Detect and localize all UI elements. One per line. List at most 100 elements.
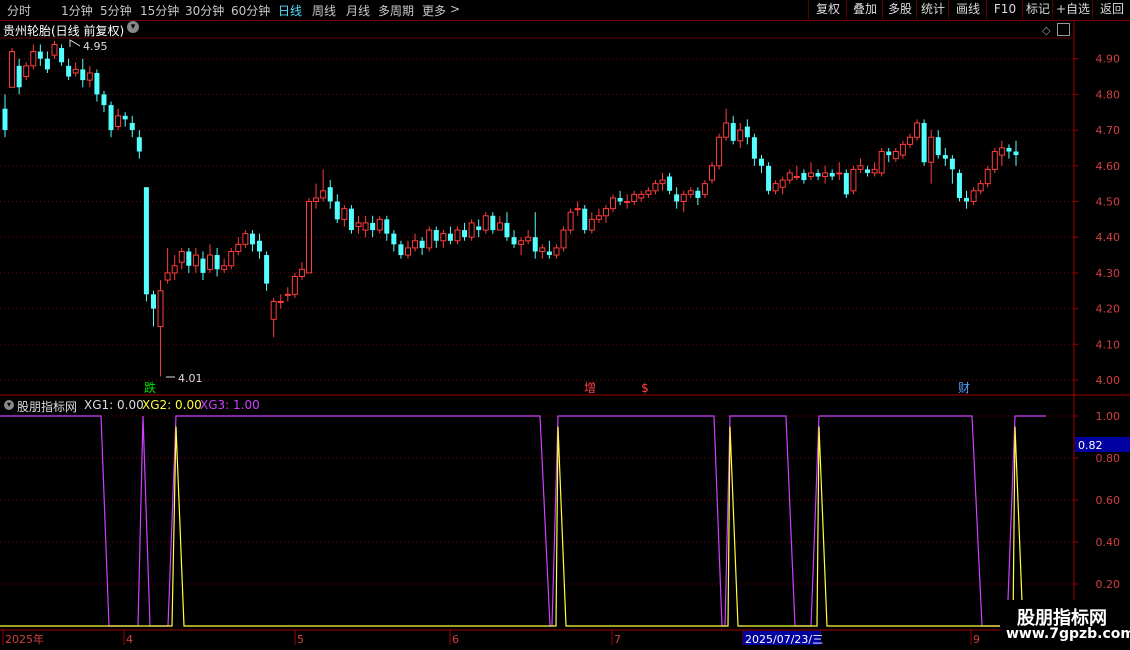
- candle-body[interactable]: [801, 172, 807, 181]
- candle-body[interactable]: [200, 258, 206, 273]
- candle-body[interactable]: [186, 251, 192, 266]
- candle-body[interactable]: [836, 172, 843, 175]
- candle-body[interactable]: [582, 208, 588, 231]
- candle-body[interactable]: [44, 58, 50, 70]
- candle-body[interactable]: [511, 237, 517, 245]
- candle-body[interactable]: [737, 129, 744, 142]
- candle-body[interactable]: [178, 250, 185, 263]
- candle-body[interactable]: [645, 190, 652, 195]
- candle-body[interactable]: [384, 219, 390, 234]
- candle-body[interactable]: [298, 268, 305, 277]
- candle-body[interactable]: [786, 172, 793, 181]
- candle-body[interactable]: [921, 122, 927, 163]
- candle-body[interactable]: [320, 190, 327, 199]
- candle-body[interactable]: [9, 51, 16, 88]
- candle-body[interactable]: [101, 94, 107, 106]
- candle-body[interactable]: [504, 222, 510, 238]
- candle-body[interactable]: [574, 208, 581, 211]
- candle-body[interactable]: [476, 226, 482, 231]
- candle-body[interactable]: [447, 233, 453, 241]
- candle-body[interactable]: [362, 222, 369, 231]
- candle-body[interactable]: [136, 137, 142, 152]
- candle-body[interactable]: [86, 72, 93, 81]
- candle-body[interactable]: [680, 193, 687, 203]
- candle-body[interactable]: [878, 151, 885, 174]
- candle-body[interactable]: [291, 275, 298, 295]
- candle-body[interactable]: [51, 43, 58, 56]
- candle-body[interactable]: [532, 237, 538, 252]
- candle-body[interactable]: [348, 208, 354, 231]
- candle-body[interactable]: [341, 208, 348, 220]
- candle-body[interactable]: [257, 240, 263, 252]
- candle-body[interactable]: [157, 290, 164, 327]
- candle-body[interactable]: [744, 126, 750, 138]
- candle-body[interactable]: [899, 143, 906, 156]
- candle-body[interactable]: [617, 197, 623, 202]
- candle-body[interactable]: [143, 187, 149, 295]
- candle-body[interactable]: [2, 108, 8, 131]
- candle-body[interactable]: [164, 272, 171, 281]
- candle-body[interactable]: [539, 247, 546, 252]
- candle-body[interactable]: [942, 155, 948, 159]
- candle-body[interactable]: [207, 254, 214, 270]
- candle-body[interactable]: [80, 69, 86, 81]
- candle-body[interactable]: [928, 136, 935, 163]
- candle-body[interactable]: [284, 293, 291, 296]
- candle-body[interactable]: [766, 165, 772, 191]
- candle-body[interactable]: [652, 183, 659, 192]
- candle-body[interactable]: [433, 230, 439, 241]
- candle-body[interactable]: [595, 215, 602, 220]
- candle-body[interactable]: [701, 183, 708, 195]
- candle-body[interactable]: [490, 215, 496, 231]
- candle-body[interactable]: [892, 151, 899, 160]
- candle-body[interactable]: [991, 151, 998, 170]
- kline-chart[interactable]: 4.90 4.80 4.70 4.60 4.50 4.40 4.30 4.20 4.10 4.00…: [0, 0, 1130, 650]
- candle-body[interactable]: [235, 243, 242, 252]
- candle-body[interactable]: [249, 233, 255, 245]
- candle-body[interactable]: [758, 158, 764, 166]
- candle-body[interactable]: [567, 211, 574, 231]
- candle-body[interactable]: [807, 172, 814, 178]
- candle-body[interactable]: [122, 115, 128, 120]
- candle-body[interactable]: [482, 215, 489, 231]
- candle-body[interactable]: [192, 254, 199, 267]
- candle-body[interactable]: [468, 222, 475, 238]
- candle-body[interactable]: [886, 151, 892, 156]
- candle-body[interactable]: [674, 194, 680, 202]
- candle-body[interactable]: [865, 169, 871, 173]
- candle-body[interactable]: [843, 172, 849, 195]
- candle-body[interactable]: [822, 172, 829, 178]
- candle-body[interactable]: [72, 68, 79, 74]
- candle-body[interactable]: [419, 240, 425, 248]
- candle-body[interactable]: [624, 201, 631, 203]
- candle-body[interactable]: [667, 176, 673, 191]
- candle-body[interactable]: [935, 137, 941, 156]
- candle-body[interactable]: [709, 165, 715, 181]
- candle-body[interactable]: [23, 65, 30, 78]
- candle-body[interactable]: [412, 240, 419, 249]
- candle-body[interactable]: [949, 158, 955, 170]
- candle-body[interactable]: [751, 137, 757, 159]
- candle-body[interactable]: [214, 255, 220, 270]
- candle-body[interactable]: [906, 136, 913, 145]
- candle-body[interactable]: [687, 190, 694, 195]
- candle-body[interactable]: [171, 265, 178, 274]
- candle-body[interactable]: [850, 168, 857, 192]
- candle-body[interactable]: [462, 230, 468, 238]
- candle-body[interactable]: [306, 201, 313, 274]
- candle-body[interactable]: [977, 183, 984, 192]
- candle-body[interactable]: [264, 255, 270, 284]
- candle-body[interactable]: [914, 122, 921, 138]
- candle-body[interactable]: [426, 229, 433, 249]
- candle-body[interactable]: [998, 147, 1005, 156]
- candle-body[interactable]: [59, 47, 65, 63]
- candle-body[interactable]: [525, 236, 532, 242]
- candle-body[interactable]: [277, 300, 284, 303]
- candle-body[interactable]: [398, 244, 404, 256]
- candle-body[interactable]: [518, 240, 525, 245]
- candle-body[interactable]: [546, 251, 552, 256]
- candle-body[interactable]: [221, 265, 228, 270]
- candle-body[interactable]: [1013, 151, 1019, 156]
- candle-body[interactable]: [30, 51, 37, 67]
- candle-body[interactable]: [695, 190, 701, 198]
